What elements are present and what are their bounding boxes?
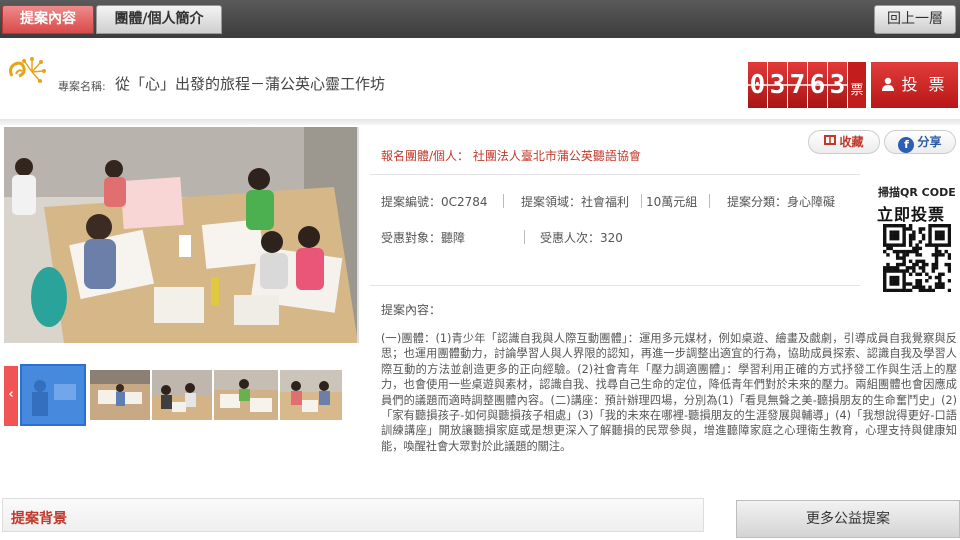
thumbnail-strip: ‹ — [4, 364, 344, 426]
category-value: 身心障礙 — [787, 195, 836, 209]
organizer-label: 報名團體/個人： — [381, 149, 470, 163]
top-nav-bar: 提案內容 團體/個人簡介 回上一層 — [0, 0, 960, 38]
case-number: 提案編號：0C2784 — [381, 193, 488, 210]
vote-digit: 3 — [828, 62, 848, 108]
category-label: 提案分類： — [727, 195, 788, 209]
tab-proposal-content[interactable]: 提案內容 — [2, 5, 94, 34]
qr-call-to-action: 立即投票 — [877, 205, 946, 224]
vote-button-label: 投 票 — [901, 75, 948, 94]
vote-digit: 7 — [788, 62, 808, 108]
proposal-content-text: (一)團體：(1)青少年「認識自我與人際互動團體」：運用多元媒材，例如桌遊、繪畫… — [381, 332, 957, 453]
facebook-icon: f — [898, 137, 915, 153]
dandelion-logo-icon — [6, 56, 46, 88]
meta-separator — [503, 194, 504, 208]
background-section-header: 提案背景 — [2, 498, 704, 532]
thumbnail[interactable] — [280, 370, 342, 420]
main-photo — [4, 127, 358, 343]
tab-group-profile[interactable]: 團體/個人簡介 — [96, 5, 222, 34]
meta-separator — [524, 230, 525, 244]
thumbnail[interactable] — [214, 370, 278, 420]
person-icon — [881, 63, 895, 91]
favorite-label: 收藏 — [839, 135, 864, 149]
info-divider — [370, 174, 860, 175]
thumbnail[interactable] — [152, 370, 212, 420]
share-button[interactable]: f 分享 — [884, 130, 956, 154]
more-proposals-button[interactable]: 更多公益提案 — [736, 500, 960, 538]
organizer-name: 社團法人臺北市蒲公英聽語協會 — [472, 149, 641, 163]
vote-counter: 0 3 7 6 3 票 — [748, 62, 866, 108]
proposal-domain: 提案領域：社會福利 — [521, 193, 629, 210]
info-divider — [370, 285, 860, 286]
vote-digit: 3 — [768, 62, 788, 108]
domain-label: 提案領域： — [521, 195, 582, 209]
thumbnail-prev-button[interactable]: ‹ — [4, 366, 18, 426]
thumbnail-selected[interactable] — [20, 364, 86, 426]
vote-button[interactable]: 投 票 — [871, 62, 958, 108]
beneficiary-count: 受惠人次：320 — [540, 229, 623, 246]
beneficiary-target: 受惠對象：聽障 — [381, 229, 465, 246]
photo-edge-divider — [357, 127, 359, 343]
beneficiary-value: 聽障 — [441, 231, 466, 245]
beneficiary-count-label: 受惠人次： — [540, 231, 601, 245]
meta-separator — [709, 194, 710, 208]
proposal-group: 10萬元組 — [646, 195, 698, 209]
bookmark-icon — [824, 131, 837, 153]
project-name-label: 專案名稱: — [58, 80, 106, 93]
organizer-line: 報名團體/個人： 社團法人臺北市蒲公英聽語協會 — [381, 147, 641, 164]
share-label: 分享 — [917, 135, 942, 149]
beneficiary-count-value: 320 — [600, 231, 623, 245]
content-label: 提案內容： — [381, 303, 442, 317]
beneficiary-label: 受惠對象： — [381, 231, 442, 245]
thumbnail[interactable] — [90, 370, 150, 420]
vote-digit: 6 — [808, 62, 828, 108]
section-title: 提案背景 — [11, 511, 67, 527]
back-button[interactable]: 回上一層 — [874, 5, 956, 34]
case-number-value: 0C2784 — [441, 195, 488, 209]
project-title: 從「心」出發的旅程－蒲公英心靈工作坊 — [115, 75, 386, 93]
qr-caption: 掃描QR CODE — [878, 186, 956, 199]
vote-digit: 0 — [748, 62, 768, 108]
domain-value: 社會福利 — [581, 195, 630, 209]
proposal-category: 提案分類：身心障礙 — [727, 193, 835, 210]
favorite-button[interactable]: 收藏 — [808, 130, 880, 154]
header-divider — [0, 119, 960, 125]
meta-separator — [641, 194, 642, 208]
vote-unit: 票 — [848, 62, 866, 108]
qr-code[interactable] — [883, 224, 952, 293]
case-number-label: 提案編號： — [381, 195, 442, 209]
